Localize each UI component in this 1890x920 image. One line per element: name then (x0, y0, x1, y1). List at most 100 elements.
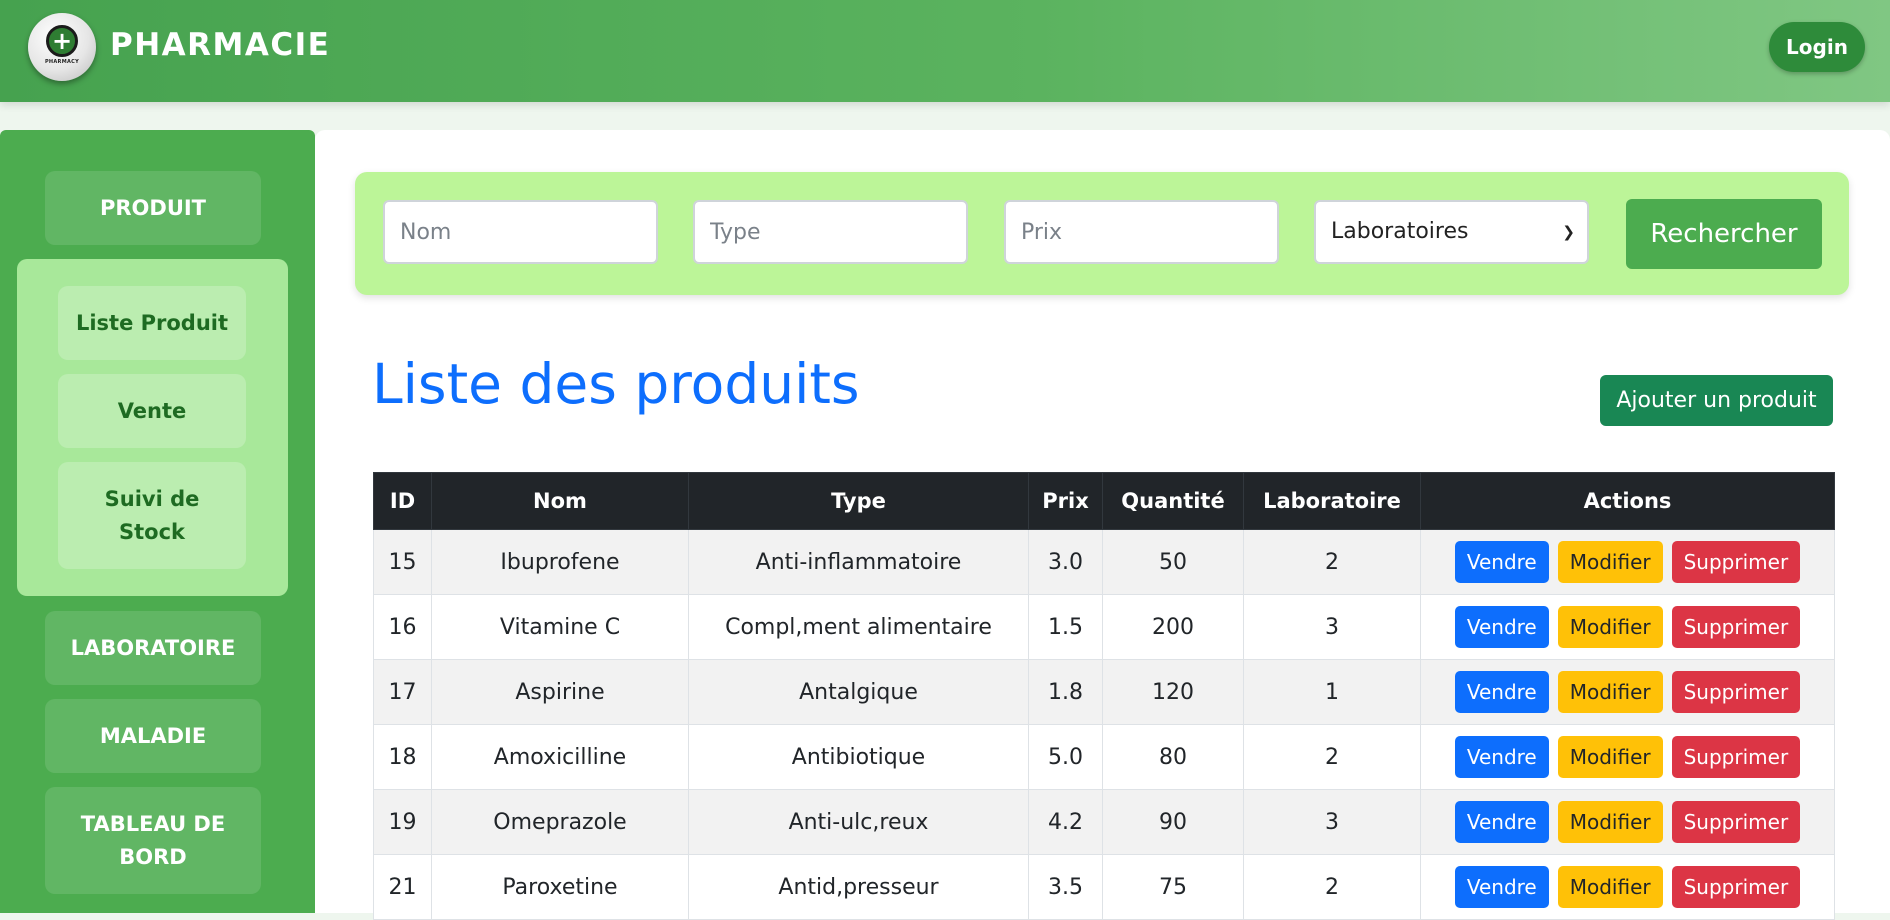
cell-actions: Vendre Modifier Supprimer (1420, 529, 1835, 595)
cell-id: 21 (373, 854, 432, 920)
prix-input[interactable] (1021, 202, 1277, 262)
cell-laboratoire: 2 (1243, 529, 1421, 595)
cell-actions: Vendre Modifier Supprimer (1420, 594, 1835, 660)
edit-button[interactable]: Modifier (1557, 801, 1663, 843)
cell-laboratoire: 3 (1243, 594, 1421, 660)
page-title: Liste des produits (372, 352, 860, 416)
add-product-button[interactable]: Ajouter un produit (1600, 375, 1833, 426)
cell-actions: Vendre Modifier Supprimer (1420, 789, 1835, 855)
nom-input[interactable] (400, 202, 656, 262)
cell-prix: 1.8 (1028, 659, 1103, 725)
search-button[interactable]: Rechercher (1626, 199, 1822, 269)
cell-prix: 3.5 (1028, 854, 1103, 920)
logo-text: PHARMACY (44, 59, 80, 65)
produit-submenu: Liste Produit Vente Suivi de Stock (17, 259, 288, 596)
prix-field-wrapper (1004, 200, 1279, 264)
edit-button[interactable]: Modifier (1557, 866, 1663, 908)
cell-laboratoire: 3 (1243, 789, 1421, 855)
nom-field-wrapper (383, 200, 658, 264)
cell-type: Anti-ulc,reux (688, 789, 1029, 855)
cell-laboratoire: 2 (1243, 854, 1421, 920)
edit-button[interactable]: Modifier (1557, 736, 1663, 778)
cell-nom: Ibuprofene (431, 529, 689, 595)
column-header-id[interactable]: ID (373, 472, 432, 530)
type-field-wrapper (693, 200, 968, 264)
delete-button[interactable]: Supprimer (1671, 801, 1801, 843)
table-row: 17 Aspirine Antalgique 1.8 120 1 Vendre … (373, 659, 1835, 725)
cell-prix: 5.0 (1028, 724, 1103, 790)
cell-type: Antid,presseur (688, 854, 1029, 920)
cell-quantite: 200 (1102, 594, 1244, 660)
column-header-type[interactable]: Type (688, 472, 1029, 530)
cell-quantite: 50 (1102, 529, 1244, 595)
cell-prix: 1.5 (1028, 594, 1103, 660)
cell-actions: Vendre Modifier Supprimer (1420, 724, 1835, 790)
cell-nom: Aspirine (431, 659, 689, 725)
cell-laboratoire: 2 (1243, 724, 1421, 790)
cell-quantite: 120 (1102, 659, 1244, 725)
login-button[interactable]: Login (1769, 22, 1865, 72)
sell-button[interactable]: Vendre (1454, 671, 1549, 713)
column-header-nom[interactable]: Nom (431, 472, 689, 530)
laboratoire-select[interactable]: Laboratoires ❯ (1314, 200, 1589, 264)
cell-id: 19 (373, 789, 432, 855)
cell-quantite: 80 (1102, 724, 1244, 790)
cell-type: Anti-inflammatoire (688, 529, 1029, 595)
sidebar-item-laboratoire[interactable]: LABORATOIRE (45, 611, 261, 685)
cell-laboratoire: 1 (1243, 659, 1421, 725)
type-input[interactable] (710, 202, 966, 262)
chevron-down-icon: ❯ (1562, 223, 1575, 241)
sell-button[interactable]: Vendre (1454, 866, 1549, 908)
cell-type: Compl,ment alimentaire (688, 594, 1029, 660)
cell-type: Antibiotique (688, 724, 1029, 790)
table-row: 16 Vitamine C Compl,ment alimentaire 1.5… (373, 594, 1835, 660)
cell-actions: Vendre Modifier Supprimer (1420, 854, 1835, 920)
table-row: 19 Omeprazole Anti-ulc,reux 4.2 90 3 Ven… (373, 789, 1835, 855)
edit-button[interactable]: Modifier (1557, 541, 1663, 583)
main-content: Laboratoires ❯ Rechercher Liste des prod… (315, 130, 1890, 920)
delete-button[interactable]: Supprimer (1671, 736, 1801, 778)
table-row: 18 Amoxicilline Antibiotique 5.0 80 2 Ve… (373, 724, 1835, 790)
sell-button[interactable]: Vendre (1454, 541, 1549, 583)
cell-nom: Omeprazole (431, 789, 689, 855)
cell-nom: Amoxicilline (431, 724, 689, 790)
sell-button[interactable]: Vendre (1454, 801, 1549, 843)
submenu-item-suivi-stock[interactable]: Suivi de Stock (58, 462, 246, 569)
brand-title: PHARMACIE (110, 27, 331, 63)
products-table: ID Nom Type Prix Quantité Laboratoire Ac… (373, 472, 1835, 920)
cell-quantite: 90 (1102, 789, 1244, 855)
column-header-actions: Actions (1420, 472, 1835, 530)
sell-button[interactable]: Vendre (1454, 606, 1549, 648)
column-header-laboratoire[interactable]: Laboratoire (1243, 472, 1421, 530)
cell-actions: Vendre Modifier Supprimer (1420, 659, 1835, 725)
cell-nom: Paroxetine (431, 854, 689, 920)
sell-button[interactable]: Vendre (1454, 736, 1549, 778)
table-header-row: ID Nom Type Prix Quantité Laboratoire Ac… (373, 472, 1835, 530)
cell-prix: 4.2 (1028, 789, 1103, 855)
cell-prix: 3.0 (1028, 529, 1103, 595)
sidebar-item-produit[interactable]: PRODUIT (45, 171, 261, 245)
sidebar-item-maladie[interactable]: MALADIE (45, 699, 261, 773)
cell-quantite: 75 (1102, 854, 1244, 920)
table-row: 15 Ibuprofene Anti-inflammatoire 3.0 50 … (373, 529, 1835, 595)
products-table-wrapper: ID Nom Type Prix Quantité Laboratoire Ac… (373, 472, 1835, 920)
cell-id: 17 (373, 659, 432, 725)
cell-nom: Vitamine C (431, 594, 689, 660)
cell-id: 15 (373, 529, 432, 595)
cell-id: 18 (373, 724, 432, 790)
sidebar-item-tableau-de-bord[interactable]: TABLEAU DE BORD (45, 787, 261, 894)
delete-button[interactable]: Supprimer (1671, 541, 1801, 583)
column-header-quantite[interactable]: Quantité (1102, 472, 1244, 530)
submenu-item-vente[interactable]: Vente (58, 374, 246, 448)
edit-button[interactable]: Modifier (1557, 606, 1663, 648)
column-header-prix[interactable]: Prix (1028, 472, 1103, 530)
delete-button[interactable]: Supprimer (1671, 866, 1801, 908)
edit-button[interactable]: Modifier (1557, 671, 1663, 713)
pharmacy-logo[interactable]: + PHARMACY (28, 13, 96, 81)
cell-type: Antalgique (688, 659, 1029, 725)
submenu-item-liste-produit[interactable]: Liste Produit (58, 286, 246, 360)
delete-button[interactable]: Supprimer (1671, 606, 1801, 648)
delete-button[interactable]: Supprimer (1671, 671, 1801, 713)
sidebar: PRODUIT Liste Produit Vente Suivi de Sto… (0, 130, 315, 913)
laboratoire-select-value: Laboratoires (1331, 219, 1469, 244)
